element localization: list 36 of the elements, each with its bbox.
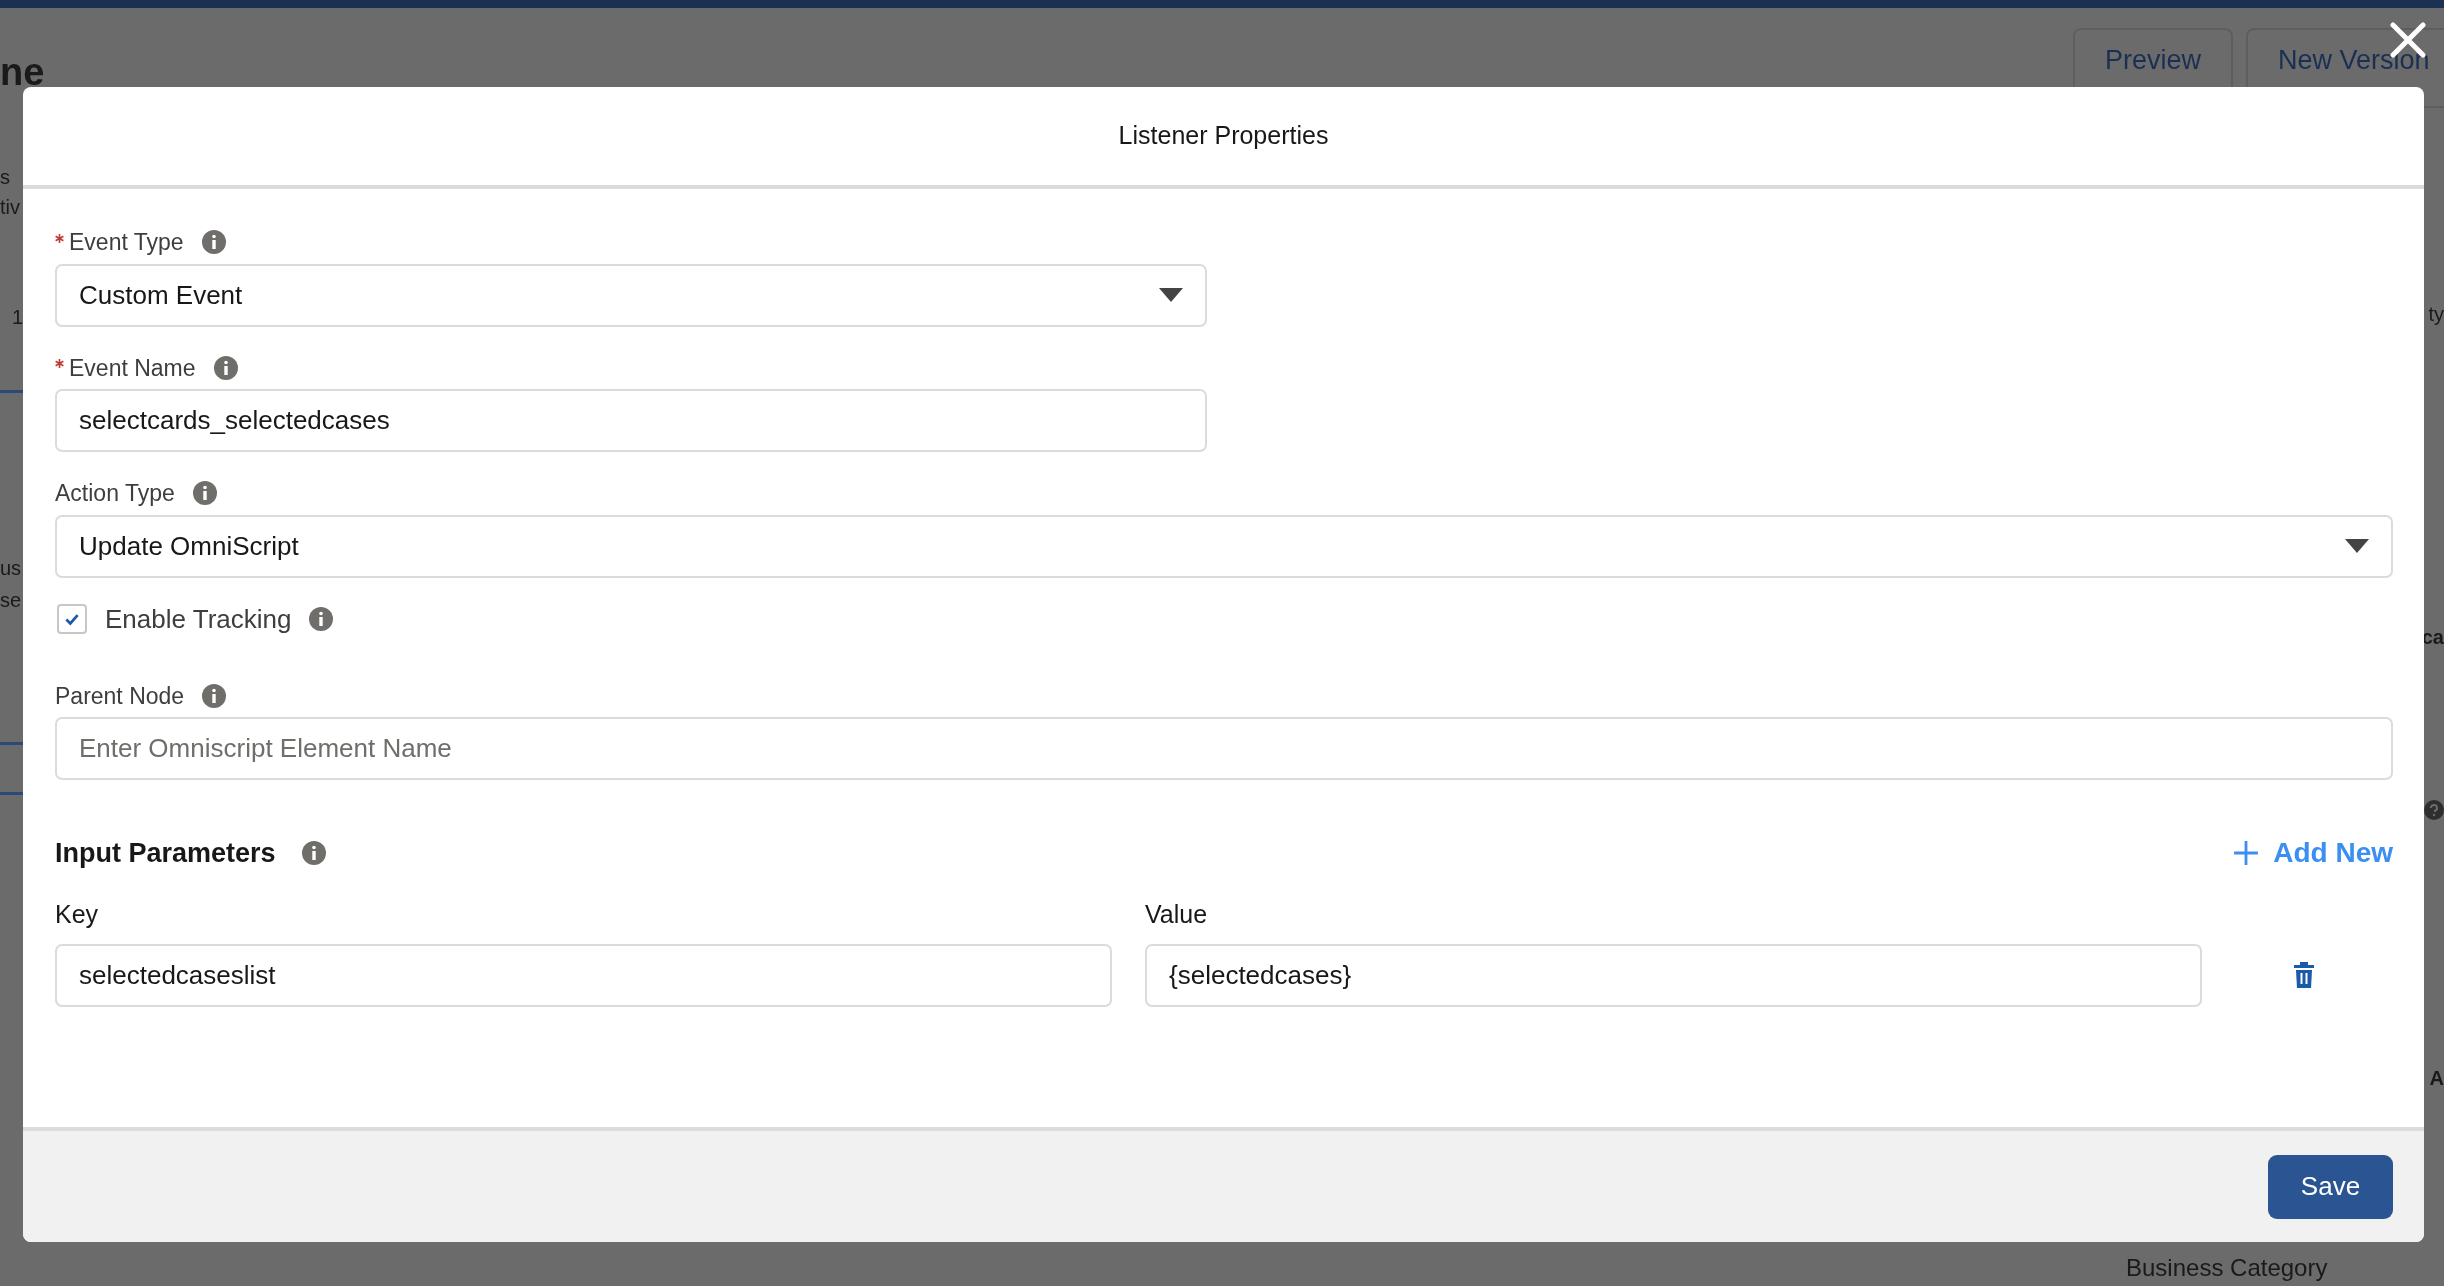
background-text: Business Category — [2126, 1254, 2328, 1283]
column-header: Key — [55, 899, 100, 930]
background-text: ty — [2428, 302, 2444, 326]
select-field[interactable]: Update OmniScript — [55, 514, 2393, 578]
background-text: s — [0, 165, 10, 189]
background-text: A — [2429, 1066, 2444, 1090]
info-icon — [301, 841, 326, 865]
field-label: Event Type — [69, 228, 184, 257]
input-field[interactable]: selectedcaseslist — [55, 943, 1112, 1007]
checkbox-label: Enable Tracking — [105, 602, 292, 636]
section-title: Input Parameters — [55, 836, 276, 870]
checkbox[interactable] — [57, 604, 87, 634]
input-field[interactable]: selectcards_selectedcases — [55, 389, 1207, 452]
help-icon — [2424, 800, 2444, 820]
info-icon — [192, 481, 217, 506]
delete-icon[interactable] — [2292, 962, 2316, 988]
info-icon — [202, 683, 227, 708]
plus-icon — [2233, 840, 2260, 866]
background-text: tiv — [0, 195, 20, 219]
background-text: 1 — [12, 305, 24, 329]
background-text: se — [0, 588, 22, 612]
modal-title: Listener Properties — [23, 87, 2424, 189]
select-field[interactable]: Custom Event — [55, 263, 1207, 327]
dropdown-caret-icon — [1159, 288, 1183, 302]
info-icon — [309, 607, 334, 631]
input-field[interactable]: Enter Omniscript Element Name — [55, 717, 2393, 780]
field-label: Action Type — [55, 479, 175, 508]
field-label: Parent Node — [55, 681, 185, 711]
background-text: us — [0, 556, 22, 580]
info-icon — [213, 355, 238, 380]
input-field[interactable]: {selectedcases} — [1145, 943, 2202, 1007]
dropdown-caret-icon — [2345, 539, 2369, 553]
save-button[interactable]: Save — [2268, 1154, 2393, 1219]
info-icon — [201, 230, 226, 255]
column-header: Value — [1145, 899, 1209, 930]
field-label: Event Name — [69, 353, 196, 383]
